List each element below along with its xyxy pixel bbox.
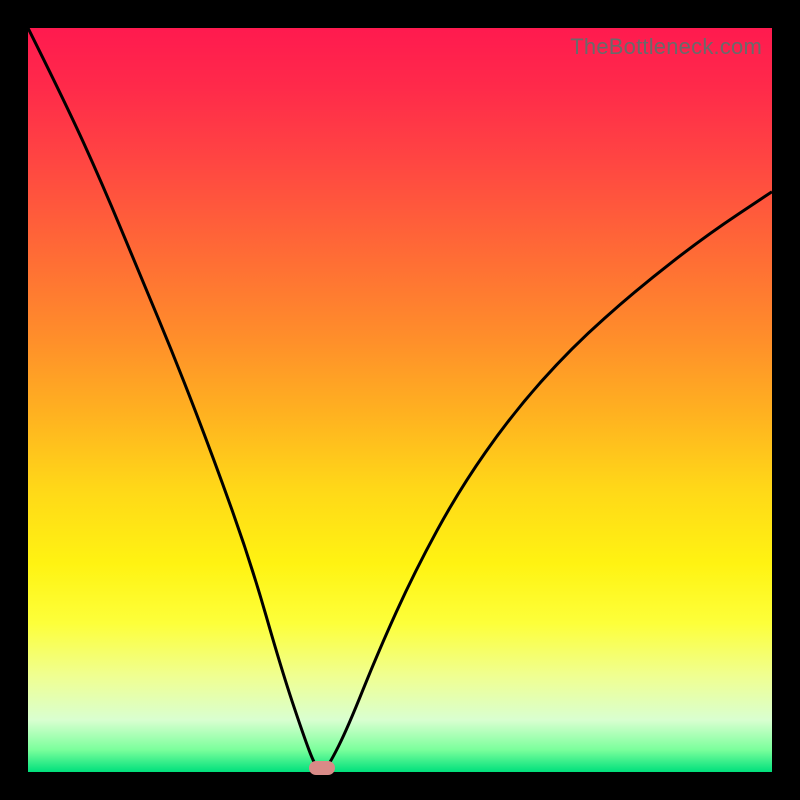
optimal-point-marker xyxy=(309,761,335,775)
bottleneck-curve xyxy=(28,28,772,772)
plot-area: TheBottleneck.com xyxy=(28,28,772,772)
chart-frame: TheBottleneck.com xyxy=(0,0,800,800)
